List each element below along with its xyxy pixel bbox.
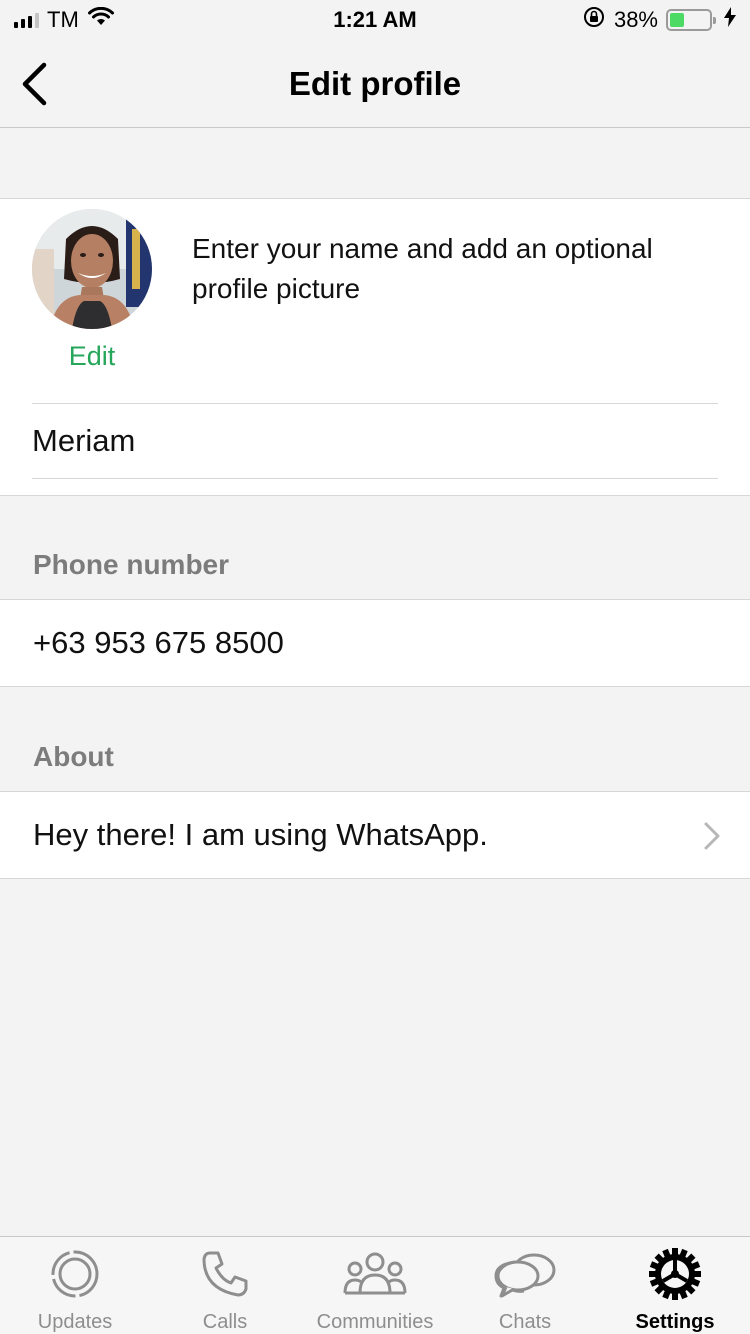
edit-photo-button[interactable]: Edit: [32, 341, 152, 372]
profile-hint: Enter your name and add an optional prof…: [192, 233, 653, 304]
profile-card: Edit Enter your name and add an optional…: [0, 198, 750, 496]
tab-label: Calls: [202, 1311, 248, 1333]
gear-icon: [648, 1247, 702, 1301]
back-button[interactable]: [14, 60, 54, 108]
wifi-icon: [87, 6, 115, 33]
chevron-right-icon: [704, 822, 720, 850]
carrier-label: TM: [47, 7, 79, 32]
phone-number-row: +63 953 675 8500: [0, 599, 750, 687]
about-value: Hey there! I am using WhatsApp.: [33, 817, 488, 852]
chats-icon: [492, 1247, 558, 1301]
tab-calls[interactable]: Calls: [150, 1237, 300, 1334]
tab-updates[interactable]: Updates: [0, 1237, 150, 1334]
updates-icon: [49, 1247, 101, 1301]
tab-bar: Updates Calls Communities Chats Settings: [0, 1236, 750, 1334]
battery-icon: [666, 9, 716, 31]
signal-icon: [14, 12, 39, 28]
communities-icon: [342, 1247, 408, 1301]
chevron-left-icon: [22, 62, 47, 106]
about-section-header: About: [33, 741, 114, 772]
phone-section-header: Phone number: [33, 549, 230, 580]
tab-communities[interactable]: Communities: [300, 1237, 450, 1334]
status-right: 38%: [582, 5, 736, 35]
avatar[interactable]: [32, 209, 152, 329]
tab-label: Settings: [635, 1311, 715, 1333]
rotation-lock-icon: [582, 5, 606, 35]
nav-bar: Edit profile: [0, 40, 750, 128]
tab-label: Chats: [498, 1311, 552, 1333]
phone-icon: [200, 1247, 250, 1301]
battery-fill: [670, 13, 685, 27]
status-left: TM: [14, 6, 115, 33]
page-title: Edit profile: [288, 64, 462, 102]
tab-label: Updates: [37, 1311, 113, 1333]
tab-label: Communities: [316, 1311, 434, 1333]
name-input[interactable]: Meriam: [32, 403, 718, 479]
about-row[interactable]: Hey there! I am using WhatsApp.: [0, 791, 750, 879]
tab-chats[interactable]: Chats: [450, 1237, 600, 1334]
charging-icon: [724, 7, 736, 33]
battery-percent: 38%: [613, 7, 658, 32]
phone-number-value: +63 953 675 8500: [33, 625, 284, 660]
tab-settings[interactable]: Settings: [600, 1237, 750, 1334]
status-bar: TM 1:21 AM 38%: [0, 0, 750, 40]
